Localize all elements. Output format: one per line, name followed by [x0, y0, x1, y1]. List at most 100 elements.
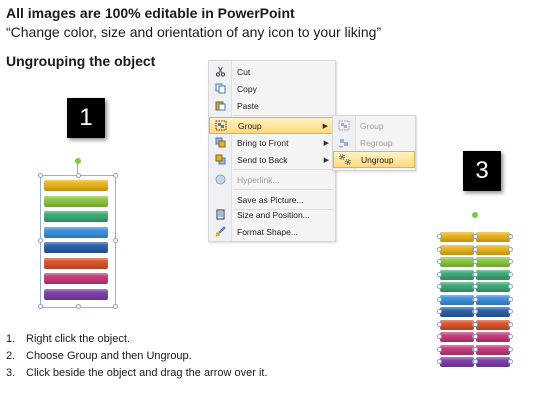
resize-handle[interactable]: [473, 246, 478, 252]
color-bar[interactable]: [440, 344, 474, 355]
grouped-object[interactable]: [36, 158, 118, 309]
menu-item-hyperlink[interactable]: Hyperlink...: [209, 171, 335, 188]
color-bar[interactable]: [440, 307, 474, 317]
copy-icon: [209, 83, 231, 94]
resize-handle[interactable]: [508, 359, 513, 364]
resize-handle[interactable]: [508, 284, 513, 289]
color-bar[interactable]: [476, 269, 510, 280]
group-submenu: Group Regroup Ungroup: [332, 115, 416, 171]
submenu-item-label: Regroup: [360, 137, 393, 148]
color-bar[interactable]: [476, 282, 510, 292]
color-bar[interactable]: [440, 332, 474, 342]
submenu-arrow-icon: ▶: [323, 156, 329, 164]
submenu-item-regroup[interactable]: Regroup: [333, 134, 415, 151]
resize-handle[interactable]: [113, 304, 118, 309]
resize-handle[interactable]: [473, 359, 478, 364]
resize-handle[interactable]: [508, 346, 513, 352]
resize-handle[interactable]: [437, 259, 442, 264]
resize-handle[interactable]: [473, 296, 478, 302]
resize-handle[interactable]: [508, 271, 513, 277]
resize-handle[interactable]: [473, 234, 478, 239]
resize-handle[interactable]: [473, 321, 478, 327]
resize-handle[interactable]: [508, 309, 513, 314]
resize-handle[interactable]: [76, 304, 81, 309]
menu-item-label: Save as Picture...: [237, 194, 304, 205]
resize-handle[interactable]: [437, 246, 442, 252]
menu-item-size-and-position[interactable]: Size and Position...: [209, 206, 335, 223]
color-bar[interactable]: [476, 232, 510, 242]
color-bar[interactable]: [476, 319, 510, 330]
menu-separator: [233, 115, 333, 116]
menu-item-bring-to-front[interactable]: Bring to Front ▶: [209, 134, 335, 151]
instruction-item: 1. Right click the object.: [6, 331, 268, 348]
resize-handle[interactable]: [437, 334, 442, 339]
group-icon: [210, 120, 232, 131]
resize-handle[interactable]: [473, 284, 478, 289]
resize-handle[interactable]: [473, 309, 478, 314]
menu-item-cut[interactable]: Cut: [209, 63, 335, 80]
color-bar[interactable]: [440, 232, 474, 242]
step-1-badge: 1: [67, 98, 105, 138]
resize-handle[interactable]: [473, 346, 478, 352]
menu-item-format-shape[interactable]: Format Shape...: [209, 223, 335, 240]
resize-handle[interactable]: [473, 334, 478, 339]
resize-handle[interactable]: [508, 234, 513, 239]
color-bar[interactable]: [440, 357, 474, 367]
color-bar[interactable]: [476, 244, 510, 255]
color-bar[interactable]: [440, 244, 474, 255]
instruction-number: 3.: [6, 367, 16, 379]
submenu-item-ungroup[interactable]: Ungroup: [333, 151, 415, 168]
rotation-handle[interactable]: [472, 212, 478, 218]
hyperlink-icon: [209, 174, 231, 185]
resize-handle[interactable]: [38, 173, 43, 178]
resize-handle[interactable]: [38, 238, 43, 243]
color-bar[interactable]: [440, 269, 474, 280]
resize-handle[interactable]: [508, 296, 513, 302]
color-bar[interactable]: [476, 307, 510, 317]
resize-handle[interactable]: [437, 346, 442, 352]
menu-separator: [233, 189, 333, 190]
resize-handle[interactable]: [508, 334, 513, 339]
color-bar[interactable]: [440, 294, 474, 305]
resize-handle[interactable]: [437, 321, 442, 327]
menu-item-paste[interactable]: Paste: [209, 97, 335, 114]
color-bar[interactable]: [476, 332, 510, 342]
resize-handle[interactable]: [473, 259, 478, 264]
ungroup-icon: [334, 154, 356, 165]
paste-icon: [209, 100, 231, 111]
color-bar[interactable]: [476, 344, 510, 355]
resize-handle[interactable]: [437, 284, 442, 289]
menu-item-group[interactable]: Group ▶: [209, 117, 335, 134]
resize-handle[interactable]: [437, 271, 442, 277]
resize-handle[interactable]: [508, 321, 513, 327]
submenu-item-group[interactable]: Group: [333, 117, 415, 134]
regroup-icon: [333, 137, 355, 148]
menu-item-label: Format Shape...: [237, 226, 298, 237]
menu-item-label: Copy: [237, 83, 257, 94]
menu-item-send-to-back[interactable]: Send to Back ▶: [209, 151, 335, 168]
color-bar[interactable]: [440, 282, 474, 292]
resize-handle[interactable]: [437, 359, 442, 364]
resize-handle[interactable]: [508, 246, 513, 252]
menu-item-copy[interactable]: Copy: [209, 80, 335, 97]
resize-handle[interactable]: [113, 238, 118, 243]
step-3-badge: 3: [463, 151, 501, 191]
resize-handle[interactable]: [437, 296, 442, 302]
color-bar[interactable]: [440, 319, 474, 330]
resize-handle[interactable]: [473, 271, 478, 277]
color-bar[interactable]: [476, 257, 510, 267]
color-bar[interactable]: [476, 357, 510, 367]
resize-handle[interactable]: [76, 173, 81, 178]
color-bar[interactable]: [476, 294, 510, 305]
rotation-handle[interactable]: [75, 158, 81, 164]
resize-handle[interactable]: [113, 173, 118, 178]
color-bar[interactable]: [440, 257, 474, 267]
ungrouped-object[interactable]: [434, 212, 520, 372]
resize-handle[interactable]: [508, 259, 513, 264]
resize-handle[interactable]: [437, 234, 442, 239]
resize-handle[interactable]: [38, 304, 43, 309]
menu-item-label: Size and Position...: [237, 209, 310, 220]
resize-handle[interactable]: [437, 309, 442, 314]
instruction-item: 3. Click beside the object and drag the a…: [6, 365, 268, 382]
format-shape-icon: [209, 226, 231, 237]
